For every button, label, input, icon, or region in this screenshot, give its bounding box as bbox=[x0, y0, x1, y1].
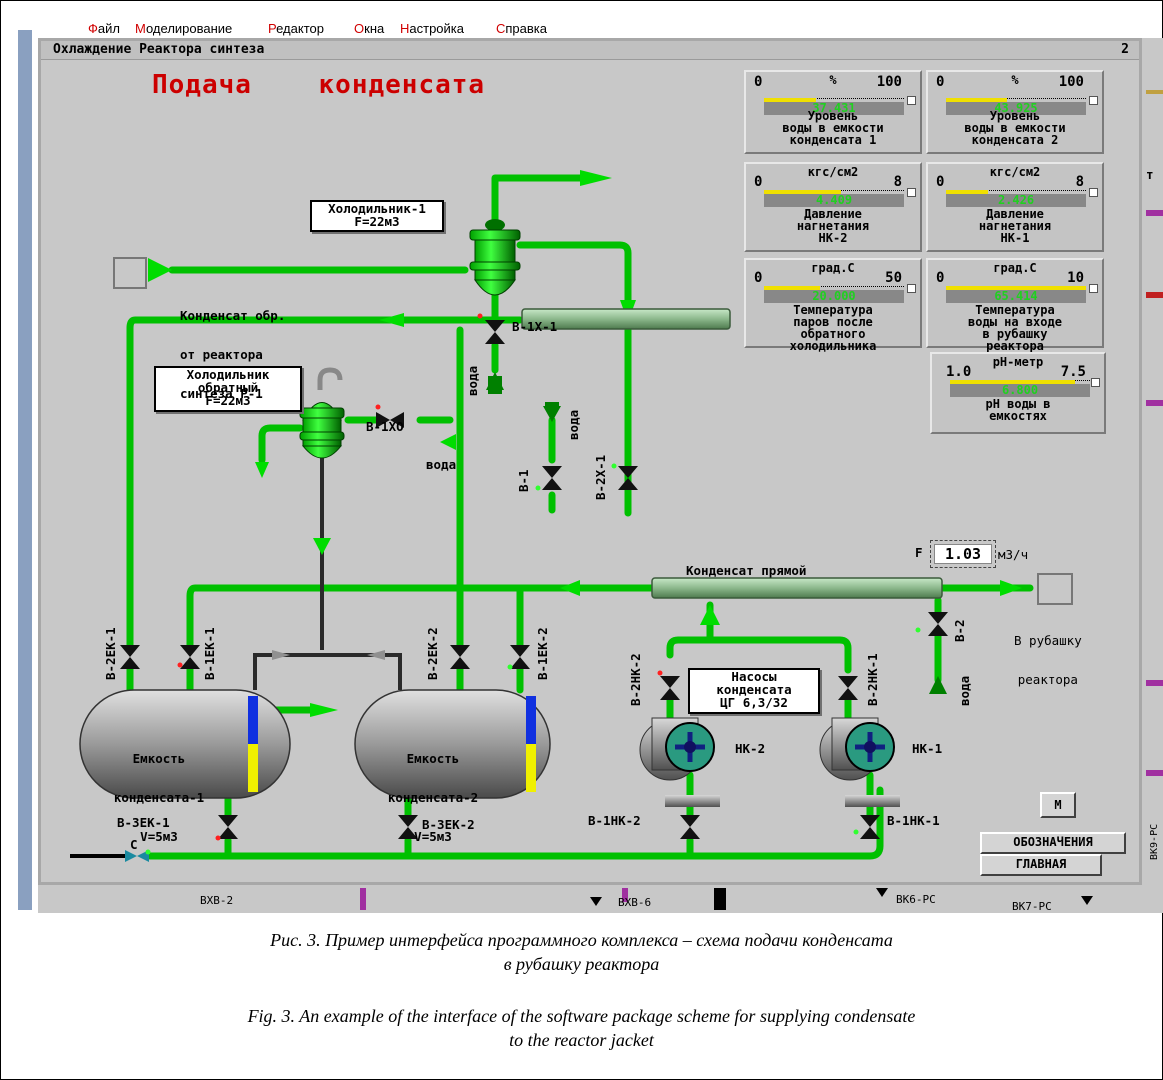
gauge-caption: Уровень воды в емкости конденсата 1 bbox=[782, 109, 884, 147]
gauge-caption: Температура паров после обратного холоди… bbox=[789, 303, 877, 353]
cooler1-label: Холодильник-1 F=22м3 bbox=[310, 200, 444, 232]
condensate-return-line3: синтеза Р-1 bbox=[180, 386, 263, 401]
valve-v1nk2-label[interactable]: В-1НК-2 bbox=[588, 814, 641, 827]
flow-indicator: 1.03 bbox=[930, 540, 996, 568]
bottom-label-vkhv2: ВХВ-2 bbox=[200, 894, 234, 907]
valve-v3ek1-label[interactable]: В-3ЕК-1 bbox=[117, 816, 170, 829]
tank1-volume: V=5м3 bbox=[140, 829, 178, 844]
gauge-toggle[interactable] bbox=[907, 284, 916, 293]
condensate-return-line2: от реактора bbox=[180, 347, 263, 362]
valve-v3ek2-label[interactable]: В-3ЕК-2 bbox=[422, 818, 475, 831]
valve-v2ek1-label[interactable]: В-2ЕК-1 bbox=[103, 627, 118, 680]
gauge-caption: Давление нагнетания НК-2 bbox=[796, 207, 870, 245]
caption-en-line1: Fig. 3. An example of the interface of t… bbox=[247, 1006, 916, 1026]
valve-v1x1-label[interactable]: В-1Х-1 bbox=[512, 320, 557, 333]
gauge-min: 0 bbox=[936, 270, 945, 286]
tank2-name: Емкость bbox=[406, 751, 460, 766]
gauge-caption: рН воды в емкостях bbox=[985, 397, 1051, 423]
tank2-title: конденсата-2 bbox=[387, 790, 479, 805]
water-label-cooler1: вода bbox=[465, 365, 480, 396]
bottom-label-vk7: ВК7-РС bbox=[1012, 900, 1052, 913]
tank1-label: Емкость конденсата-1 V=5м3 bbox=[84, 726, 234, 856]
pump-nk2-label: НК-2 bbox=[735, 741, 766, 756]
gauge-value: 65.414 bbox=[946, 290, 1086, 303]
gauge-value: 20.000 bbox=[764, 290, 904, 303]
gauge-toggle[interactable] bbox=[1089, 284, 1098, 293]
water-label-cooler-back: вода bbox=[426, 457, 457, 472]
gauge-toggle[interactable] bbox=[907, 188, 916, 197]
gauge-toggle[interactable] bbox=[1089, 96, 1098, 105]
gauge-value: 6.800 bbox=[950, 384, 1090, 397]
caption-en: Fig. 3. An example of the interface of t… bbox=[0, 1004, 1163, 1052]
valve-c-label[interactable]: С bbox=[130, 838, 138, 851]
valve-v2ek2-label[interactable]: В-2ЕК-2 bbox=[425, 627, 440, 680]
gauge-ph: рН-метр 1.0 7.5 6.800 рН воды в емкостях bbox=[930, 352, 1106, 434]
right-label-t: т bbox=[1146, 167, 1154, 182]
water-label-v1: вода bbox=[566, 409, 581, 440]
right-label-vk9: ВК9-РС bbox=[1149, 823, 1160, 860]
tank1-title: конденсата-1 bbox=[113, 790, 205, 805]
gauge-caption: Давление нагнетания НК-1 bbox=[978, 207, 1052, 245]
caption-ru-line1: Рис. 3. Пример интерфейса программного к… bbox=[270, 930, 893, 950]
valve-v1-label[interactable]: В-1 bbox=[516, 469, 531, 492]
valve-v2x1-label[interactable]: В-2Х-1 bbox=[593, 455, 608, 500]
pump-nk1-label: НК-1 bbox=[912, 741, 943, 756]
gauge-min: 0 bbox=[754, 174, 763, 190]
gauge-max: 100 bbox=[876, 74, 902, 90]
gauge-toggle[interactable] bbox=[907, 96, 916, 105]
water-label-v2: вода bbox=[957, 675, 972, 706]
gauge-caption: Температура воды на входе в рубашку реак… bbox=[968, 303, 1062, 353]
gauge-temp-jacket: град.С 0 10 65.414 Температура воды на в… bbox=[926, 258, 1104, 352]
gauge-temp-vapor: град.С 0 50 20.000 Температура паров пос… bbox=[744, 258, 922, 352]
valve-v2nk1-label[interactable]: В-2НК-1 bbox=[865, 653, 880, 706]
gauge-level-tank2: % 0 100 43.925 Уровень воды в емкости ко… bbox=[926, 70, 1104, 154]
valve-v2nk2-label[interactable]: В-2НК-2 bbox=[628, 653, 643, 706]
gauge-pressure-nk1: кгс/см2 0 8 2.426 Давление нагнетания НК… bbox=[926, 162, 1104, 252]
main-button[interactable]: ГЛАВНАЯ bbox=[980, 854, 1102, 876]
gauge-value: 2.426 bbox=[946, 194, 1086, 207]
cooler1-area: F=22м3 bbox=[354, 214, 400, 229]
condensate-return-line1: Конденсат обр. bbox=[180, 308, 286, 323]
gauge-pressure-nk2: кгс/см2 0 8 4.409 Давление нагнетания НК… bbox=[744, 162, 922, 252]
gauge-min: 0 bbox=[754, 270, 763, 286]
gauge-min: 0 bbox=[754, 74, 763, 90]
gauge-level-tank1: % 0 100 37.431 Уровень воды в емкости ко… bbox=[744, 70, 922, 154]
bottom-label-vkhv6: ВХВ-6 bbox=[618, 896, 652, 909]
gauge-min: 0 bbox=[936, 74, 945, 90]
to-jacket-label: В рубашку реактора bbox=[1014, 608, 1082, 699]
caption-en-line2: to the reactor jacket bbox=[509, 1030, 654, 1050]
m-button[interactable]: М bbox=[1040, 792, 1076, 818]
gauge-value: 4.409 bbox=[764, 194, 904, 207]
valve-v1ek2-label[interactable]: В-1ЕК-2 bbox=[535, 627, 550, 680]
flow-unit: м3/ч bbox=[998, 547, 1029, 562]
condensate-return-label: Конденсат обр. от реактора синтеза Р-1 bbox=[180, 283, 285, 413]
legend-button[interactable]: ОБОЗНАЧЕНИЯ bbox=[980, 832, 1126, 854]
to-jacket-line1: В рубашку bbox=[1014, 633, 1082, 648]
gauge-toggle[interactable] bbox=[1091, 378, 1100, 387]
to-jacket-line2: реактора bbox=[1017, 672, 1078, 687]
caption-ru-line2: в рубашку реактора bbox=[503, 954, 660, 974]
condensate-direct-label: Конденсат прямой bbox=[686, 563, 807, 578]
gauge-min: 0 bbox=[936, 174, 945, 190]
gauge-caption: Уровень воды в емкости конденсата 2 bbox=[964, 109, 1066, 147]
valve-v1ek1-label[interactable]: В-1ЕК-1 bbox=[202, 627, 217, 680]
tank1-name: Емкость bbox=[132, 751, 186, 766]
flow-value: 1.03 bbox=[934, 544, 992, 564]
pumps-model: ЦГ 6,3/32 bbox=[720, 695, 788, 710]
bottom-label-vk6: ВК6-РС bbox=[896, 893, 936, 906]
pumps-label: Насосы конденсата ЦГ 6,3/32 bbox=[688, 668, 820, 714]
caption-ru: Рис. 3. Пример интерфейса программного к… bbox=[0, 928, 1163, 976]
flow-prefix: F bbox=[915, 545, 923, 560]
valve-v1xo-label[interactable]: В-1ХО bbox=[366, 420, 404, 433]
valve-v2-label[interactable]: В-2 bbox=[952, 619, 967, 642]
tank2-label: Емкость конденсата-2 V=5м3 bbox=[358, 726, 508, 856]
valve-v1nk1-label[interactable]: В-1НК-1 bbox=[887, 814, 940, 827]
valve-v1x1-icon bbox=[485, 320, 505, 344]
gauge-toggle[interactable] bbox=[1089, 188, 1098, 197]
gauge-max: 100 bbox=[1058, 74, 1084, 90]
